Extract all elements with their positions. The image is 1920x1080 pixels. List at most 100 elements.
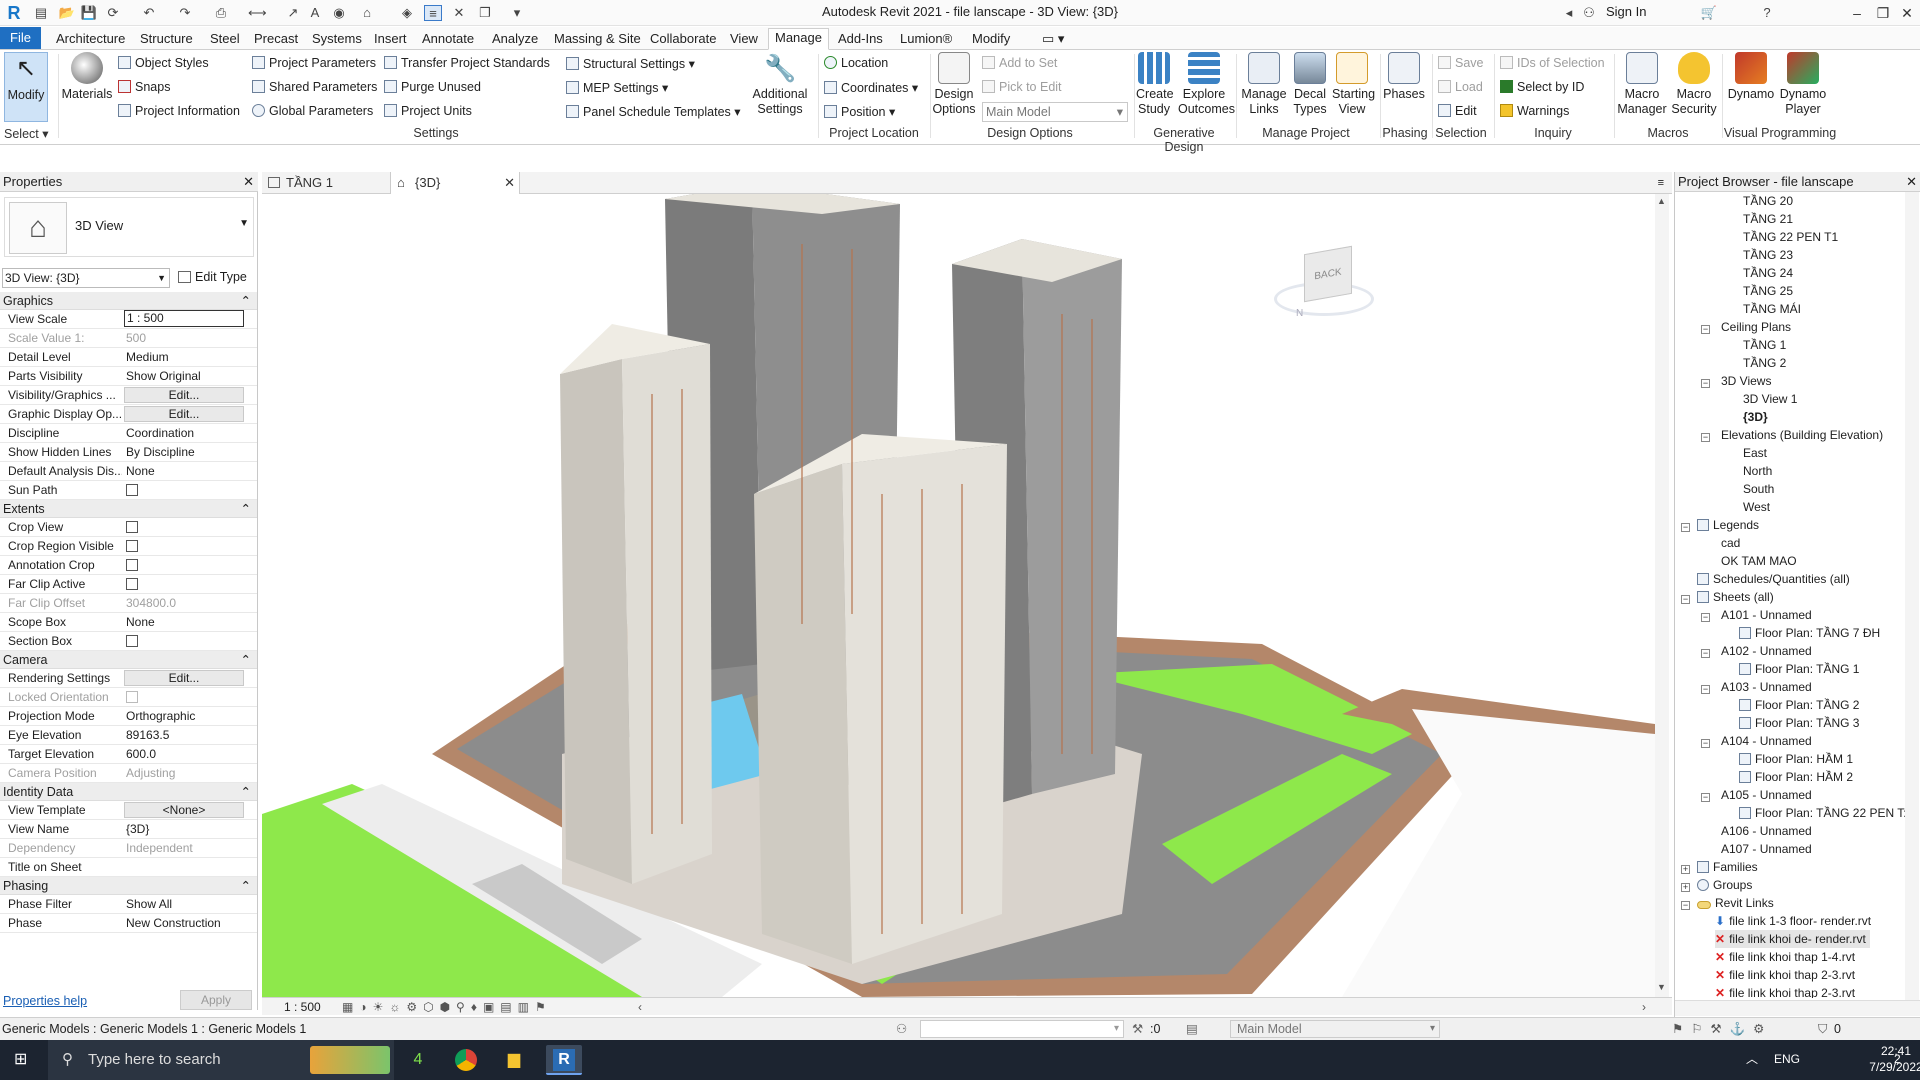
tab-massing-site[interactable]: Massing & Site [548, 30, 647, 50]
tab-precast[interactable]: Precast [248, 30, 304, 50]
phases-button[interactable]: Phases [1382, 52, 1426, 102]
browser-item-ceiling-plans[interactable]: Ceiling Plans [1721, 318, 1791, 336]
tab-view[interactable]: View [724, 30, 764, 50]
browser-item-south[interactable]: South [1743, 480, 1774, 498]
location-button[interactable]: Location [824, 56, 888, 70]
editable-only-icon[interactable]: ⚒ [1132, 1018, 1143, 1040]
collapse-icon[interactable]: − [1681, 523, 1690, 532]
crop-view-checkbox[interactable] [126, 521, 138, 533]
purge-unused-button[interactable]: Purge Unused [384, 80, 481, 94]
tag-icon[interactable]: A [306, 5, 324, 21]
collapse-icon[interactable]: − [1701, 793, 1710, 802]
prop-visibility-graphics[interactable]: Visibility/Graphics ... Edit... [0, 386, 257, 405]
prop-graphic-display[interactable]: Graphic Display Op... Edit... [0, 405, 257, 424]
taskbar-app-4-icon[interactable]: 4 [400, 1045, 436, 1075]
tabs-menu-icon[interactable]: ≡ [1658, 172, 1664, 194]
position-button[interactable]: Position ▾ [824, 104, 895, 119]
graphic-display-edit-button[interactable]: Edit... [124, 406, 244, 422]
collapse-icon[interactable]: − [1701, 379, 1710, 388]
project-units-button[interactable]: Project Units [384, 104, 472, 118]
restore-icon[interactable]: ❐ [1872, 2, 1894, 24]
browser-item-a104[interactable]: A104 - Unnamed [1721, 732, 1812, 750]
sign-in-link[interactable]: Sign In [1606, 4, 1646, 19]
load-selection-button[interactable]: Load [1438, 80, 1483, 94]
collapse-icon[interactable]: − [1681, 595, 1690, 604]
prop-view-name[interactable]: View Name {3D} [0, 820, 257, 839]
materials-button[interactable]: Materials [60, 52, 114, 102]
browser-item-a101[interactable]: A101 - Unnamed [1721, 606, 1812, 624]
view-scale-button[interactable]: 1 : 500 [284, 999, 321, 1015]
browser-item-ceiling-tang-2[interactable]: TẦNG 2 [1743, 354, 1786, 372]
modify-button[interactable]: ↖ Modify [4, 52, 48, 122]
browser-item-east[interactable]: East [1743, 444, 1767, 462]
drawing-area[interactable]: BACK N [262, 194, 1655, 997]
collapse-icon[interactable]: − [1701, 325, 1710, 334]
user-icon[interactable] [1588, 5, 1604, 21]
browser-item-link-4[interactable]: ✕ file link khoi thap 2-3.rvt [1715, 966, 1855, 984]
mep-settings-button[interactable]: MEP Settings ▾ [566, 80, 668, 95]
close-hidden-icon[interactable]: ✕ [450, 5, 468, 21]
rendering-settings-edit-button[interactable]: Edit... [124, 670, 244, 686]
collapse-icon[interactable]: − [1701, 433, 1710, 442]
browser-item-3d-active[interactable]: {3D} [1743, 408, 1768, 426]
browser-item-a105-plan[interactable]: Floor Plan: TẦNG 22 PEN T: [1739, 804, 1907, 822]
switch-windows-icon[interactable]: ❐ [476, 5, 494, 21]
browser-horizontal-scrollbar[interactable] [1675, 1000, 1920, 1016]
close-properties-icon[interactable]: ✕ [243, 172, 254, 192]
add-to-set-button[interactable]: Add to Set [982, 56, 1057, 70]
browser-item-3d-view-1[interactable]: 3D View 1 [1743, 390, 1797, 408]
browser-item-a103[interactable]: A103 - Unnamed [1721, 678, 1812, 696]
selection-filter-icons[interactable]: ⚑⚐⚒⚓⚙ [1672, 1018, 1772, 1040]
pick-to-edit-button[interactable]: Pick to Edit [982, 80, 1062, 94]
prop-view-scale[interactable]: View Scale 1 : 500 [0, 310, 257, 329]
browser-item-a102-plan[interactable]: Floor Plan: TẦNG 1 [1739, 660, 1859, 678]
view-cube[interactable]: BACK N [1274, 234, 1374, 324]
browser-item-ceiling-tang-1[interactable]: TẦNG 1 [1743, 336, 1786, 354]
close-browser-icon[interactable]: ✕ [1906, 172, 1917, 192]
keyboard-language[interactable]: ENG [1774, 1052, 1800, 1066]
browser-item-link-5[interactable]: ✕ file link khoi thap 2-3.rvt [1715, 984, 1855, 998]
browser-item-tang-mai[interactable]: TẦNG MÁI [1743, 300, 1801, 318]
section-extents[interactable]: Extents ⌃ [0, 500, 257, 518]
prop-parts-visibility[interactable]: Parts Visibility Show Original [0, 367, 257, 386]
minimize-icon[interactable]: – [1846, 2, 1868, 24]
browser-item-tang-20[interactable]: TẦNG 20 [1743, 192, 1793, 210]
browser-item-a106[interactable]: A106 - Unnamed [1721, 822, 1812, 840]
section-phasing[interactable]: Phasing ⌃ [0, 877, 257, 895]
measure-icon[interactable]: ⟷ [248, 5, 267, 21]
tab-modify[interactable]: Modify [966, 30, 1016, 50]
view-control-icons[interactable]: ▦◑☀☼⚙⬡⬢⚲♦▣▤▥⚑ [342, 999, 552, 1015]
browser-item-a103-plan-1[interactable]: Floor Plan: TẦNG 2 [1739, 696, 1859, 714]
transfer-project-standards-button[interactable]: Transfer Project Standards [384, 56, 550, 70]
open-icon[interactable]: ▤ [32, 5, 50, 21]
collapse-icon[interactable]: − [1701, 649, 1710, 658]
browser-item-link-3[interactable]: ✕ file link khoi thap 1-4.rvt [1715, 948, 1855, 966]
type-selector[interactable]: ⌂ 3D View ▼ [4, 197, 254, 257]
prop-projection-mode[interactable]: Projection Mode Orthographic [0, 707, 257, 726]
tab-insert[interactable]: Insert [368, 30, 413, 50]
prop-phase-filter[interactable]: Phase Filter Show All [0, 895, 257, 914]
revit-logo-icon[interactable]: R [4, 3, 24, 23]
macro-security-button[interactable]: Macro Security [1668, 52, 1720, 117]
cart-icon[interactable]: 🛒 [1700, 5, 1718, 21]
tab-manage[interactable]: Manage [768, 28, 829, 50]
tab-file[interactable]: File [0, 27, 41, 49]
browser-item-link-2[interactable]: ✕ file link khoi de- render.rvt [1715, 930, 1870, 948]
properties-help-link[interactable]: Properties help [3, 994, 87, 1008]
browser-item-tang-23[interactable]: TẦNG 23 [1743, 246, 1793, 264]
tab-annotate[interactable]: Annotate [416, 30, 480, 50]
close-icon[interactable]: ✕ [1896, 2, 1918, 24]
text-icon[interactable]: ◉ [330, 5, 348, 21]
active-design-option-select[interactable]: Main Model ▾ [982, 102, 1128, 122]
additional-settings-button[interactable]: 🔧 Additional Settings [748, 52, 812, 117]
thin-lines-icon[interactable]: ≡ [424, 5, 442, 21]
tab-systems[interactable]: Systems [306, 30, 368, 50]
browser-item-a101-plan[interactable]: Floor Plan: TẦNG 7 ĐH [1739, 624, 1880, 642]
dimension-icon[interactable]: ↗ [284, 5, 302, 21]
tab-floor-plan-tang-1[interactable]: TẦNG 1 [262, 172, 388, 194]
panel-schedule-templates-button[interactable]: Panel Schedule Templates ▾ [566, 104, 741, 119]
prop-detail-level[interactable]: Detail Level Medium [0, 348, 257, 367]
expand-icon[interactable]: + [1681, 883, 1690, 892]
taskbar-search-input[interactable]: ⚲ Type here to search [48, 1040, 394, 1080]
dynamo-player-button[interactable]: Dynamo Player [1778, 52, 1828, 117]
